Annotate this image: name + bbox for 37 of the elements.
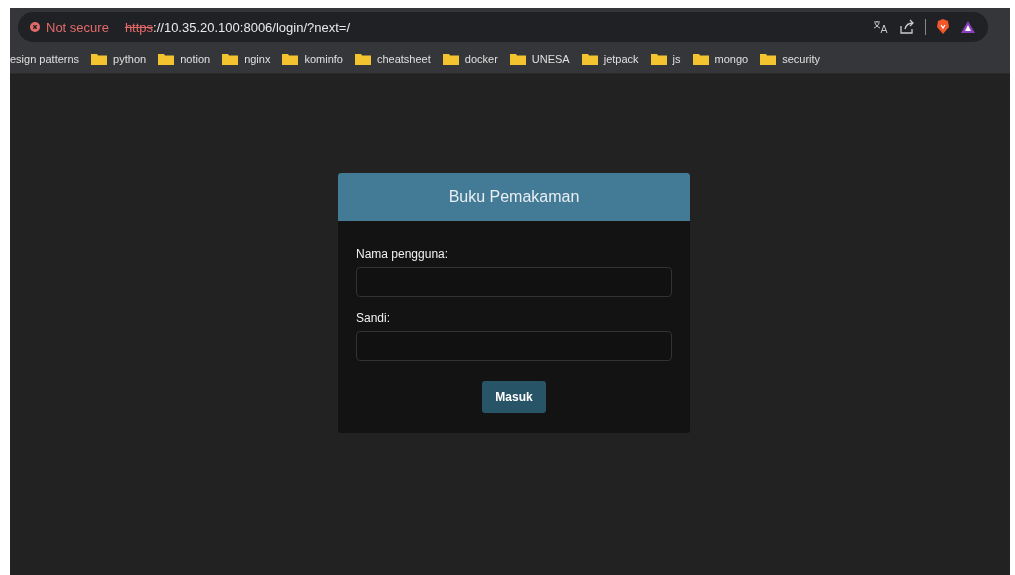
folder-icon xyxy=(158,53,175,65)
input-field[interactable] xyxy=(356,267,672,297)
folder-icon xyxy=(581,53,598,65)
bookmark[interactable]: cheatsheet xyxy=(354,53,431,65)
address-bar[interactable]: Not secure https://10.35.20.100:8006/login/?next=/ xyxy=(18,12,988,42)
security-label[interactable]: Not secure xyxy=(46,19,109,35)
bookmark[interactable]: UNESA xyxy=(509,53,570,65)
card-header: Buku Pemakaman xyxy=(338,173,690,221)
input-field[interactable] xyxy=(356,331,672,361)
folder-icon xyxy=(509,53,526,65)
bookmark[interactable]: js xyxy=(650,53,681,65)
bookmark[interactable]: security xyxy=(760,53,821,65)
bookmark[interactable]: mongo xyxy=(692,53,749,65)
shield-icon[interactable] xyxy=(936,19,950,35)
folder-icon xyxy=(354,53,371,65)
bookmark[interactable]: kominfo xyxy=(282,53,343,65)
folder-icon xyxy=(760,53,777,65)
share-icon[interactable] xyxy=(899,19,915,35)
translate-icon[interactable] xyxy=(873,20,889,34)
triangle-icon[interactable] xyxy=(960,20,976,34)
bookmark[interactable]: notion xyxy=(158,53,211,65)
folder-icon xyxy=(650,53,667,65)
field-label: Sandi: xyxy=(356,311,392,325)
login-button[interactable]: Masuk xyxy=(482,381,546,413)
field-label: Nama pengguna: xyxy=(356,247,450,261)
warning-icon[interactable] xyxy=(30,22,40,32)
bookmark[interactable]: esign patterns xyxy=(10,53,80,65)
folder-icon xyxy=(282,53,299,65)
folder-icon xyxy=(692,53,709,65)
bookmark[interactable]: jetpack xyxy=(581,53,639,65)
folder-icon xyxy=(91,53,108,65)
folder-icon xyxy=(222,53,239,65)
bookmark[interactable]: docker xyxy=(442,53,498,65)
folder-icon xyxy=(442,53,459,65)
bookmark[interactable]: python xyxy=(91,53,147,65)
url-text[interactable]: https://10.35.20.100:8006/login/?next=/ xyxy=(124,19,351,35)
bookmark[interactable]: nginx xyxy=(222,53,271,65)
